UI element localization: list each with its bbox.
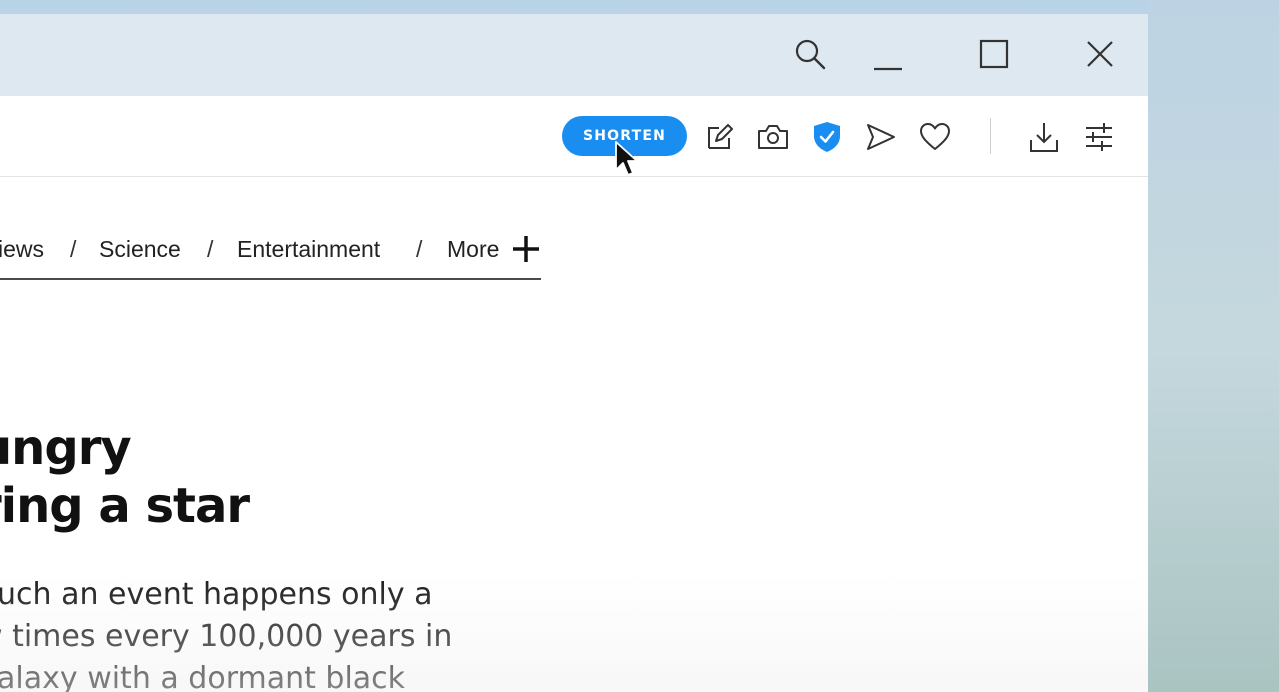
- nav-item-news[interactable]: iews: [0, 236, 44, 263]
- shorten-button[interactable]: SHORTEN: [562, 116, 687, 156]
- article-headline: ungry ring a star: [0, 419, 578, 535]
- browser-window: SHORTEN iews / Science / Entertainment /: [0, 14, 1148, 692]
- send-icon[interactable]: [864, 120, 898, 154]
- summary-line: galaxy with a dormant black: [0, 661, 406, 692]
- category-nav: iews / Science / Entertainment / More: [0, 232, 541, 280]
- toolbar: SHORTEN: [0, 96, 1148, 177]
- search-icon[interactable]: [788, 34, 832, 74]
- plus-icon[interactable]: [511, 234, 541, 264]
- nav-separator: /: [416, 236, 423, 262]
- close-icon[interactable]: [1078, 34, 1122, 74]
- camera-icon[interactable]: [756, 120, 790, 154]
- desktop-background: [1148, 0, 1279, 692]
- nav-separator: /: [207, 236, 214, 262]
- summary-line: Such an event happens only a: [0, 577, 433, 612]
- sliders-icon[interactable]: [1082, 120, 1116, 154]
- nav-separator: /: [70, 236, 77, 262]
- heart-icon[interactable]: [918, 120, 952, 154]
- maximize-icon[interactable]: [972, 34, 1016, 74]
- nav-item-more[interactable]: More: [447, 236, 499, 263]
- edit-icon[interactable]: [703, 120, 737, 154]
- headline-line: ungry: [0, 420, 132, 476]
- headline-line: ring a star: [0, 478, 250, 534]
- shield-check-icon[interactable]: [810, 120, 844, 154]
- nav-item-entertainment[interactable]: Entertainment: [237, 236, 380, 263]
- minimize-icon[interactable]: [866, 34, 910, 74]
- toolbar-divider: [990, 118, 991, 154]
- download-icon[interactable]: [1027, 120, 1061, 154]
- nav-item-science[interactable]: Science: [99, 236, 181, 263]
- title-bar: [0, 14, 1148, 96]
- article-summary: Such an event happens only a w times eve…: [0, 574, 578, 692]
- summary-line: w times every 100,000 years in: [0, 619, 453, 654]
